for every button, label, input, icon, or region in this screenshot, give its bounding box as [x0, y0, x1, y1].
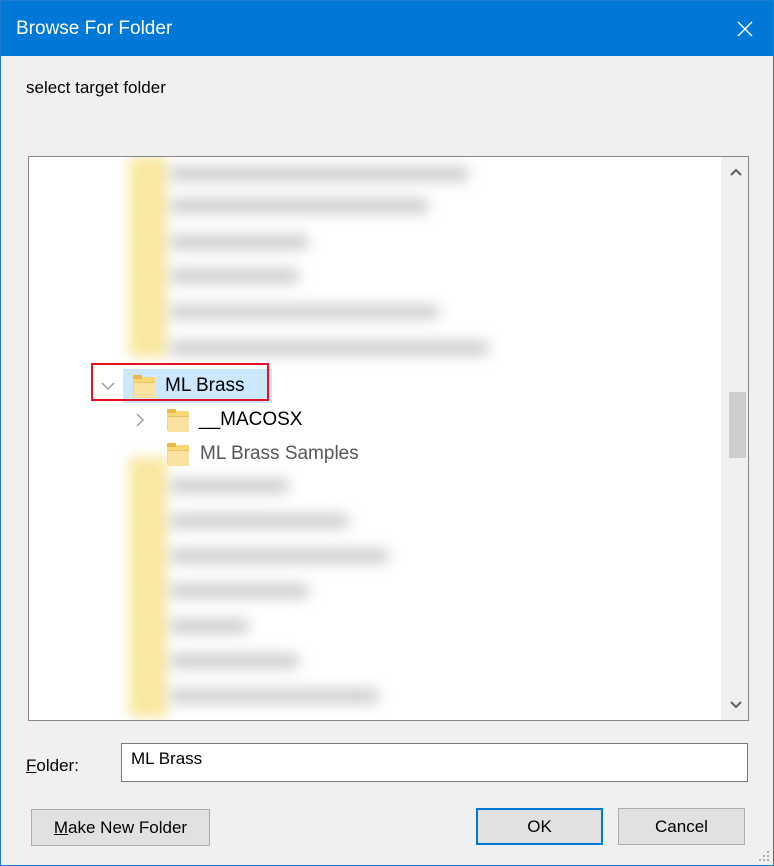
dialog-title: Browse For Folder — [16, 18, 173, 39]
scroll-up-arrow-icon[interactable] — [729, 167, 743, 177]
cancel-button[interactable]: Cancel — [618, 808, 745, 845]
blurred-item — [169, 305, 439, 319]
blurred-item — [169, 269, 299, 283]
close-icon — [737, 21, 753, 36]
folder-icon — [167, 443, 189, 466]
tree-item-label: ML Brass Samples — [200, 443, 359, 464]
blurred-folder-icons-bottom — [129, 457, 167, 717]
blurred-item — [169, 479, 289, 493]
blurred-item — [169, 235, 309, 249]
chevron-right-icon[interactable] — [135, 413, 145, 427]
close-button[interactable] — [717, 1, 773, 56]
folder-field-label: Folder: — [26, 756, 79, 775]
folder-name-input[interactable] — [121, 743, 748, 782]
blurred-item — [169, 199, 429, 213]
make-new-folder-button[interactable]: Make New Folder — [31, 809, 210, 846]
blurred-item — [169, 549, 389, 563]
vertical-scrollbar[interactable] — [721, 157, 748, 720]
blurred-item — [169, 584, 309, 598]
blurred-item — [169, 654, 299, 668]
resize-grip-icon[interactable] — [758, 850, 770, 862]
title-bar[interactable]: Browse For Folder — [1, 1, 773, 56]
folder-icon — [167, 409, 189, 432]
tree-item-ml-brass-samples[interactable]: ML Brass Samples — [129, 437, 389, 471]
blurred-item — [169, 341, 489, 355]
tree-item-label: __MACOSX — [199, 409, 303, 430]
blurred-item — [169, 619, 249, 633]
folder-tree[interactable]: ML Brass __MACOSX ML Brass Samples — [28, 156, 749, 721]
instruction-text: select target folder — [26, 78, 166, 97]
highlight-annotation-box — [91, 363, 269, 401]
blurred-folder-icons-top — [129, 157, 167, 357]
tree-item-macosx[interactable]: __MACOSX — [129, 403, 329, 437]
blurred-item — [169, 167, 469, 181]
blurred-item — [169, 689, 379, 703]
browse-for-folder-dialog: Browse For Folder select target folder M… — [0, 0, 774, 866]
ok-button[interactable]: OK — [476, 808, 603, 845]
scroll-down-arrow-icon[interactable] — [729, 700, 743, 710]
blurred-item — [169, 514, 349, 528]
scrollbar-thumb[interactable] — [729, 392, 746, 458]
